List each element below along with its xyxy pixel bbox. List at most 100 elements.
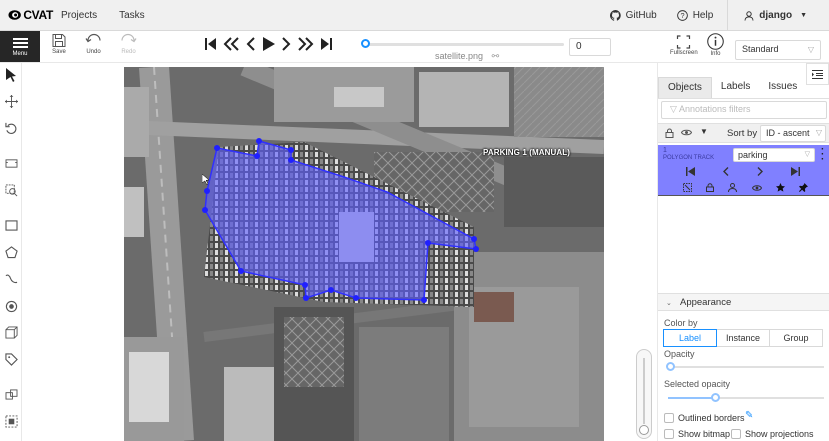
- objects-list-header: ▼ Sort by ID - ascent ▽: [658, 123, 829, 143]
- outside-icon[interactable]: [683, 183, 692, 195]
- filter-icon: ▽: [670, 104, 679, 114]
- prev-keyframe-icon[interactable]: [723, 167, 729, 179]
- logo-text: CVAT: [23, 8, 53, 22]
- pin-icon[interactable]: [798, 183, 808, 195]
- eye-all-icon[interactable]: [680, 128, 693, 140]
- color-by-instance-option[interactable]: Instance: [717, 329, 770, 347]
- username: django: [759, 10, 793, 21]
- last-frame-icon[interactable]: [320, 37, 332, 54]
- nav-tasks[interactable]: Tasks: [119, 10, 145, 21]
- rotate-icon[interactable]: [4, 121, 18, 135]
- appearance-panel: ⌄ Appearance Color by Label Instance Gro…: [658, 293, 829, 441]
- menu-label: Menu: [12, 51, 28, 57]
- last-keyframe-icon[interactable]: [791, 167, 800, 179]
- occluded-icon[interactable]: [728, 183, 738, 195]
- rectangle-icon[interactable]: [4, 218, 18, 232]
- next-frame-icon[interactable]: [281, 37, 291, 54]
- redo-icon: [121, 33, 137, 43]
- sidebar-tabs: Objects Labels Issues: [658, 77, 829, 99]
- merge-icon[interactable]: [4, 387, 18, 401]
- color-picker-icon[interactable]: ✎: [745, 410, 753, 421]
- keyframe-star-icon[interactable]: [775, 183, 785, 195]
- previous-frame-icon[interactable]: [246, 37, 256, 54]
- group-icon[interactable]: [4, 414, 18, 428]
- polyline-icon[interactable]: [4, 272, 18, 286]
- lock-all-icon[interactable]: [665, 128, 674, 141]
- step-forward-icon[interactable]: [297, 37, 314, 54]
- more-options-icon[interactable]: · · ·: [821, 145, 824, 165]
- color-by-group-option[interactable]: Group: [770, 329, 823, 347]
- nav-projects[interactable]: Projects: [61, 10, 97, 21]
- opacity-label: Opacity: [664, 349, 695, 359]
- step-back-icon[interactable]: [223, 37, 240, 54]
- controls-sidebar: [0, 63, 22, 441]
- selected-opacity-handle[interactable]: [710, 393, 720, 402]
- caret-down-icon[interactable]: ▼: [700, 127, 708, 136]
- next-keyframe-icon[interactable]: [757, 167, 763, 179]
- color-by-label-option[interactable]: Label: [663, 329, 717, 347]
- show-bitmap-checkbox[interactable]: [664, 429, 674, 439]
- tag-icon[interactable]: [4, 352, 18, 366]
- user-menu[interactable]: django ▼: [727, 0, 829, 31]
- lock-icon[interactable]: [706, 183, 715, 195]
- cvat-logo[interactable]: CVAT: [8, 8, 53, 22]
- sort-select[interactable]: ID - ascent ▽: [760, 125, 826, 142]
- hamburger-icon: [12, 36, 28, 50]
- zoom-slider-handle[interactable]: [639, 425, 649, 435]
- object-id: 1: [663, 147, 667, 154]
- zoom-slider[interactable]: [636, 349, 652, 439]
- tab-objects[interactable]: Objects: [658, 77, 712, 98]
- frame-filename: satellite.png ⚯: [435, 51, 499, 62]
- frame-slider-handle[interactable]: [361, 39, 370, 48]
- opacity-slider[interactable]: [668, 366, 824, 368]
- github-link[interactable]: GitHub: [600, 0, 667, 31]
- object-item[interactable]: 1 POLYGON TRACK parking ▽ · · ·: [658, 145, 829, 196]
- menu-button[interactable]: Menu: [0, 31, 40, 62]
- cuboid-icon[interactable]: [4, 325, 18, 339]
- objects-sidebar: Objects Labels Issues ▽ Annotations filt…: [657, 63, 829, 441]
- zoom-region-icon[interactable]: [4, 183, 18, 197]
- selected-opacity-fill: [668, 397, 715, 399]
- frame-slider[interactable]: [361, 39, 564, 48]
- object-label-select[interactable]: parking ▽: [733, 148, 815, 162]
- redo-button[interactable]: Redo: [120, 33, 137, 55]
- workspace-select[interactable]: Standard ▽: [735, 40, 821, 60]
- points-icon[interactable]: [4, 299, 18, 313]
- appearance-header[interactable]: ⌄ Appearance: [658, 293, 829, 311]
- annotations-filter-input[interactable]: ▽ Annotations filters: [661, 101, 827, 119]
- outlined-borders-checkbox[interactable]: [664, 413, 674, 423]
- undo-button[interactable]: Undo: [85, 33, 102, 55]
- tab-issues[interactable]: Issues: [759, 77, 806, 98]
- fullscreen-icon: [677, 35, 691, 49]
- undo-label: Undo: [86, 49, 101, 55]
- play-icon[interactable]: [262, 37, 275, 54]
- github-label: GitHub: [625, 10, 657, 21]
- info-button[interactable]: Info: [707, 33, 724, 57]
- frame-number-input[interactable]: 0: [569, 38, 611, 56]
- outlined-borders-label: Outlined borders: [678, 413, 745, 423]
- save-button[interactable]: Save: [52, 33, 66, 55]
- opacity-slider-handle[interactable]: [666, 362, 675, 371]
- link-icon[interactable]: ⚯: [492, 51, 500, 61]
- help-icon: ?: [676, 10, 688, 21]
- show-projections-checkbox[interactable]: [731, 429, 741, 439]
- annotation-canvas[interactable]: PARKING 1 (MANUAL): [22, 63, 657, 441]
- polygon-icon[interactable]: [4, 245, 18, 259]
- filter-placeholder: Annotations filters: [678, 104, 751, 114]
- first-frame-icon[interactable]: [205, 37, 217, 54]
- help-label: Help: [692, 10, 714, 21]
- chevron-down-icon: ⌄: [666, 300, 672, 307]
- first-keyframe-icon[interactable]: [686, 167, 695, 179]
- user-icon: [744, 10, 754, 21]
- undo-icon: [85, 33, 101, 43]
- help-link[interactable]: ? Help: [667, 0, 724, 31]
- fit-image-icon[interactable]: [4, 156, 18, 170]
- object-type: POLYGON TRACK: [663, 155, 715, 161]
- move-icon[interactable]: [4, 94, 18, 108]
- workspace-value: Standard: [742, 44, 779, 54]
- cursor-icon[interactable]: [4, 68, 18, 82]
- fullscreen-label: Fullscreen: [670, 50, 698, 56]
- eye-icon[interactable]: [751, 183, 762, 195]
- tab-labels[interactable]: Labels: [712, 77, 759, 98]
- fullscreen-button[interactable]: Fullscreen: [670, 35, 698, 56]
